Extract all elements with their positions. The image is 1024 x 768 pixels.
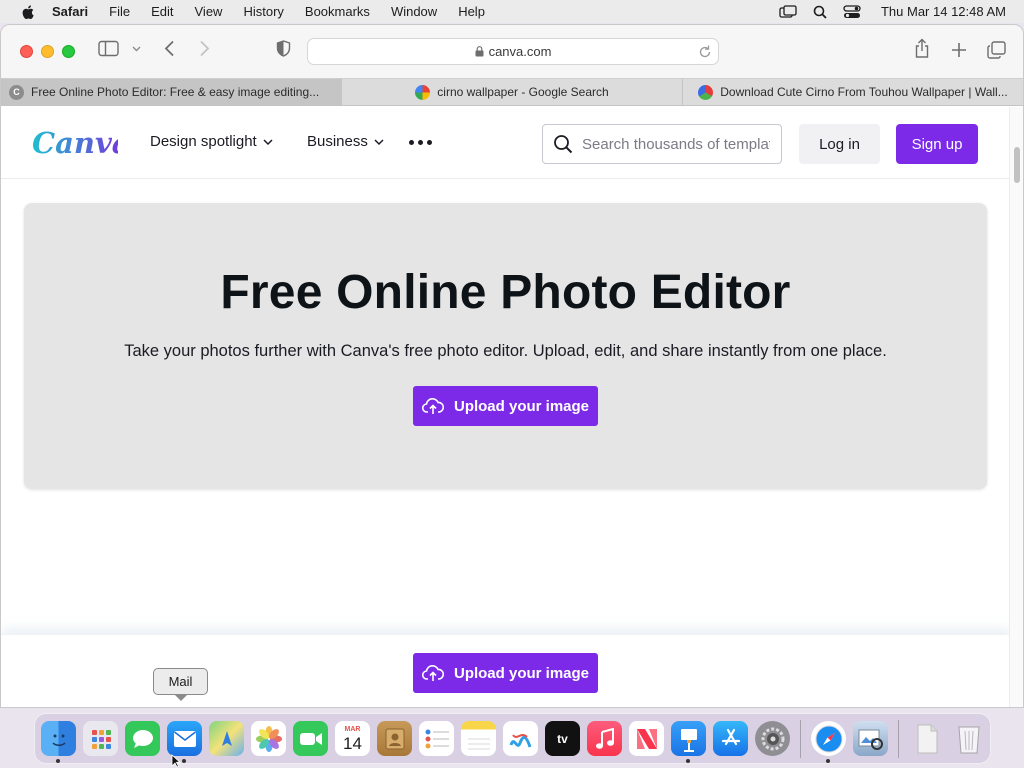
- dock-separator: [898, 719, 899, 758]
- calendar-day: 14: [343, 733, 362, 753]
- google-favicon-icon: [415, 84, 431, 100]
- page-title: Free Online Photo Editor: [220, 266, 791, 319]
- chevron-down-icon: [374, 138, 384, 145]
- maps-icon[interactable]: [209, 721, 244, 756]
- more-options-icon[interactable]: [409, 140, 432, 145]
- launchpad-icon[interactable]: [83, 721, 118, 756]
- mouse-cursor-icon: [171, 754, 181, 768]
- apple-logo-icon[interactable]: [20, 4, 38, 20]
- contacts-icon[interactable]: [377, 721, 412, 756]
- tab-title: Free Online Photo Editor: Free & easy im…: [31, 85, 320, 99]
- share-icon[interactable]: [913, 38, 931, 59]
- nav-design-spotlight[interactable]: Design spotlight: [150, 133, 273, 150]
- dock-separator: [800, 719, 801, 758]
- site-header: Canva Design spotlight Business Log in S…: [1, 107, 1011, 179]
- signup-button[interactable]: Sign up: [896, 124, 978, 164]
- safari-window: canva.com C Free Online Photo Editor: Fr…: [0, 24, 1024, 708]
- zoom-window-button[interactable]: [62, 45, 75, 58]
- menu-history[interactable]: History: [243, 4, 283, 19]
- dock-tooltip: Mail: [153, 668, 208, 701]
- screen-mirroring-icon[interactable]: [779, 4, 797, 19]
- tab-bar: C Free Online Photo Editor: Free & easy …: [1, 78, 1023, 106]
- menu-edit[interactable]: Edit: [151, 4, 173, 19]
- app-store-icon[interactable]: [713, 721, 748, 756]
- privacy-shield-icon[interactable]: [276, 40, 291, 57]
- control-center-icon[interactable]: [843, 4, 861, 19]
- web-page: Canva Design spotlight Business Log in S…: [1, 107, 1011, 707]
- chevron-down-icon: [263, 138, 273, 145]
- preview-icon[interactable]: [853, 721, 888, 756]
- search-input[interactable]: [582, 135, 770, 153]
- calendar-month: MAR: [344, 725, 361, 733]
- browser-toolbar: canva.com: [1, 25, 1023, 78]
- tab-wallpaper[interactable]: Download Cute Cirno From Touhou Wallpape…: [683, 79, 1023, 105]
- facetime-icon[interactable]: [293, 721, 328, 756]
- menu-help[interactable]: Help: [458, 4, 485, 19]
- nav-business[interactable]: Business: [307, 133, 384, 150]
- search-icon: [554, 135, 573, 154]
- canva-logo[interactable]: Canva: [32, 126, 131, 160]
- back-arrow-icon[interactable]: [164, 40, 175, 57]
- tab-google-search[interactable]: cirno wallpaper - Google Search: [342, 79, 683, 105]
- menu-view[interactable]: View: [195, 4, 223, 19]
- hero-section: Free Online Photo Editor Take your photo…: [24, 203, 987, 489]
- tab-title: cirno wallpaper - Google Search: [437, 85, 609, 99]
- tv-label: tv: [557, 731, 568, 746]
- wallpaper-site-favicon-icon: [698, 84, 714, 100]
- cloud-upload-icon: [421, 665, 444, 681]
- finder-icon[interactable]: [41, 721, 76, 763]
- url-text: canva.com: [488, 44, 552, 59]
- calendar-icon[interactable]: MAR 14: [335, 721, 370, 756]
- news-icon[interactable]: [629, 721, 664, 756]
- tab-title: Download Cute Cirno From Touhou Wallpape…: [720, 85, 1008, 99]
- chevron-down-icon[interactable]: [132, 46, 141, 52]
- lock-icon: [475, 46, 484, 57]
- login-button[interactable]: Log in: [799, 124, 880, 164]
- minimize-window-button[interactable]: [41, 45, 54, 58]
- keynote-icon[interactable]: [671, 721, 706, 763]
- menu-file[interactable]: File: [109, 4, 130, 19]
- address-bar[interactable]: canva.com: [307, 38, 719, 65]
- mail-icon[interactable]: [167, 721, 202, 763]
- document-stack-icon[interactable]: [909, 721, 944, 756]
- photos-icon[interactable]: [251, 721, 286, 756]
- reminders-icon[interactable]: [419, 721, 454, 756]
- forward-arrow-icon[interactable]: [199, 40, 210, 57]
- hero-subtitle: Take your photos further with Canva's fr…: [124, 342, 887, 360]
- notes-icon[interactable]: [461, 721, 496, 756]
- cloud-upload-icon: [421, 398, 444, 414]
- upload-button-label: Upload your image: [453, 397, 590, 415]
- messages-icon[interactable]: [125, 721, 160, 756]
- page-scrollbar[interactable]: [1009, 107, 1023, 707]
- tab-overview-icon[interactable]: [987, 41, 1006, 59]
- menu-app-name[interactable]: Safari: [52, 4, 88, 19]
- reload-icon[interactable]: [698, 44, 712, 59]
- menu-bar: Safari File Edit View History Bookmarks …: [0, 0, 1024, 23]
- canva-favicon-icon: C: [9, 84, 24, 100]
- safari-icon[interactable]: [811, 721, 846, 763]
- sidebar-toggle-icon[interactable]: [98, 40, 120, 57]
- music-icon[interactable]: [587, 721, 622, 756]
- freeform-icon[interactable]: [503, 721, 538, 756]
- tab-canva[interactable]: C Free Online Photo Editor: Free & easy …: [1, 79, 342, 105]
- close-window-button[interactable]: [20, 45, 33, 58]
- scrollbar-thumb[interactable]: [1014, 147, 1020, 183]
- trash-icon[interactable]: [951, 721, 986, 756]
- nav-business-label: Business: [307, 133, 368, 150]
- sticky-upload-image-button[interactable]: Upload your image: [413, 653, 598, 693]
- apple-tv-icon[interactable]: tv: [545, 721, 580, 756]
- menubar-clock[interactable]: Thu Mar 14 12:48 AM: [881, 4, 1006, 19]
- spotlight-search-icon[interactable]: [813, 5, 827, 19]
- menu-window[interactable]: Window: [391, 4, 437, 19]
- menu-bookmarks[interactable]: Bookmarks: [305, 4, 370, 19]
- system-settings-icon[interactable]: [755, 721, 790, 756]
- window-controls: [20, 45, 75, 58]
- upload-image-button[interactable]: Upload your image: [413, 386, 598, 426]
- upload-button-label: Upload your image: [453, 664, 590, 682]
- nav-design-spotlight-label: Design spotlight: [150, 133, 257, 150]
- new-tab-plus-icon[interactable]: [951, 42, 967, 58]
- template-search[interactable]: [542, 124, 782, 164]
